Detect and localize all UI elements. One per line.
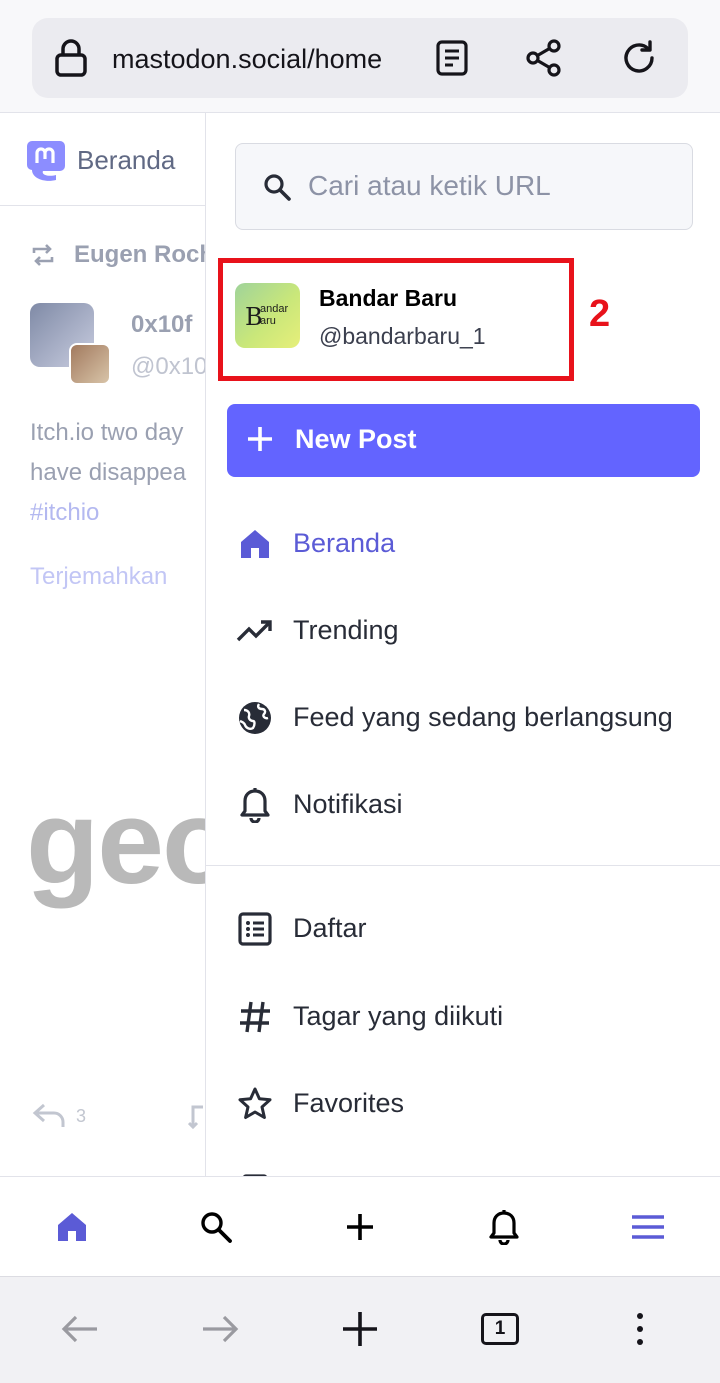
step-annotation: 2 — [589, 293, 611, 335]
browser-bottom-bar: 1 — [0, 1276, 720, 1383]
address-bar[interactable]: mastodon.social/home — [32, 18, 688, 98]
search-placeholder: Cari atau ketik URL — [308, 170, 551, 201]
tab-menu-icon[interactable] — [626, 1205, 670, 1249]
back-icon[interactable] — [56, 1305, 104, 1353]
list-icon — [236, 910, 274, 948]
divider — [206, 865, 720, 866]
navigation-panel: Cari atau ketik URL B andar aru Bandar B… — [205, 113, 720, 1176]
share-icon[interactable] — [520, 34, 568, 82]
lock-icon — [54, 38, 88, 78]
search-icon — [262, 172, 292, 202]
tabs-button[interactable]: 1 — [476, 1305, 524, 1353]
app-tab-bar — [0, 1176, 720, 1276]
nav-item-label: Beranda — [293, 528, 396, 558]
star-icon — [236, 1085, 274, 1123]
mastodon-logo-icon — [26, 139, 66, 181]
nav-item-label: Favorites — [293, 1088, 405, 1118]
bell-icon — [236, 786, 274, 824]
nav-item-label: Trending — [293, 615, 399, 645]
home-icon — [236, 525, 274, 563]
search-input[interactable]: Cari atau ketik URL — [235, 143, 693, 230]
translate-link[interactable]: Terjemahkan — [30, 563, 167, 591]
column-title: Beranda — [77, 145, 176, 175]
nav-item-trending[interactable]: Trending — [206, 600, 720, 660]
trending-icon — [236, 612, 274, 650]
tab-search-icon[interactable] — [194, 1205, 238, 1249]
link-preview-image[interactable]: geo — [26, 773, 235, 911]
reload-icon[interactable] — [615, 34, 663, 82]
reply-count: 3 — [76, 1105, 87, 1126]
new-post-button[interactable]: New Post — [227, 404, 700, 477]
nav-item-label: Tagar yang diikuti — [293, 1001, 504, 1031]
new-post-label: New Post — [295, 424, 417, 454]
nav-item-next[interactable] — [206, 1160, 720, 1176]
tab-compose-icon[interactable] — [338, 1205, 382, 1249]
reply-button[interactable]: 3 — [32, 1103, 86, 1129]
hashtag-icon — [236, 998, 274, 1036]
nav-item-label: Daftar — [293, 913, 367, 943]
tab-notifications-icon[interactable] — [482, 1205, 526, 1249]
new-tab-icon[interactable] — [336, 1305, 384, 1353]
nav-item-live-feed[interactable]: Feed yang sedang berlangsung — [206, 687, 720, 747]
nav-item-label: Notifikasi — [293, 789, 403, 819]
reply-icon — [32, 1103, 65, 1127]
browser-toolbar: mastodon.social/home — [0, 0, 720, 113]
reader-view-icon[interactable] — [428, 34, 476, 82]
globe-icon — [236, 699, 274, 737]
nav-item-label: Feed yang sedang berlangsung — [293, 702, 673, 732]
avatar-overlay — [69, 343, 111, 385]
nav-item-notifikasi[interactable]: Notifikasi — [206, 774, 720, 834]
nav-item-beranda[interactable]: Beranda — [206, 513, 720, 573]
tab-count: 1 — [481, 1313, 519, 1345]
nav-item-daftar[interactable]: Daftar — [206, 898, 720, 958]
nav-item-favorites[interactable]: Favorites — [206, 1073, 720, 1133]
more-menu-icon[interactable] — [616, 1305, 664, 1353]
boost-line: Eugen Roch — [30, 241, 214, 269]
boost-icon — [32, 244, 54, 266]
forward-icon[interactable] — [196, 1305, 244, 1353]
highlight-box — [218, 258, 574, 381]
boosted-by: Eugen Roch — [74, 241, 215, 268]
plus-icon — [245, 424, 275, 454]
url-text: mastodon.social/home — [112, 44, 383, 74]
post-handle: @0x10 — [131, 353, 208, 380]
post-author[interactable]: 0x10f — [131, 311, 192, 339]
nav-item-followed-hashtags[interactable]: Tagar yang diikuti — [206, 986, 720, 1046]
tab-home-icon[interactable] — [50, 1205, 94, 1249]
